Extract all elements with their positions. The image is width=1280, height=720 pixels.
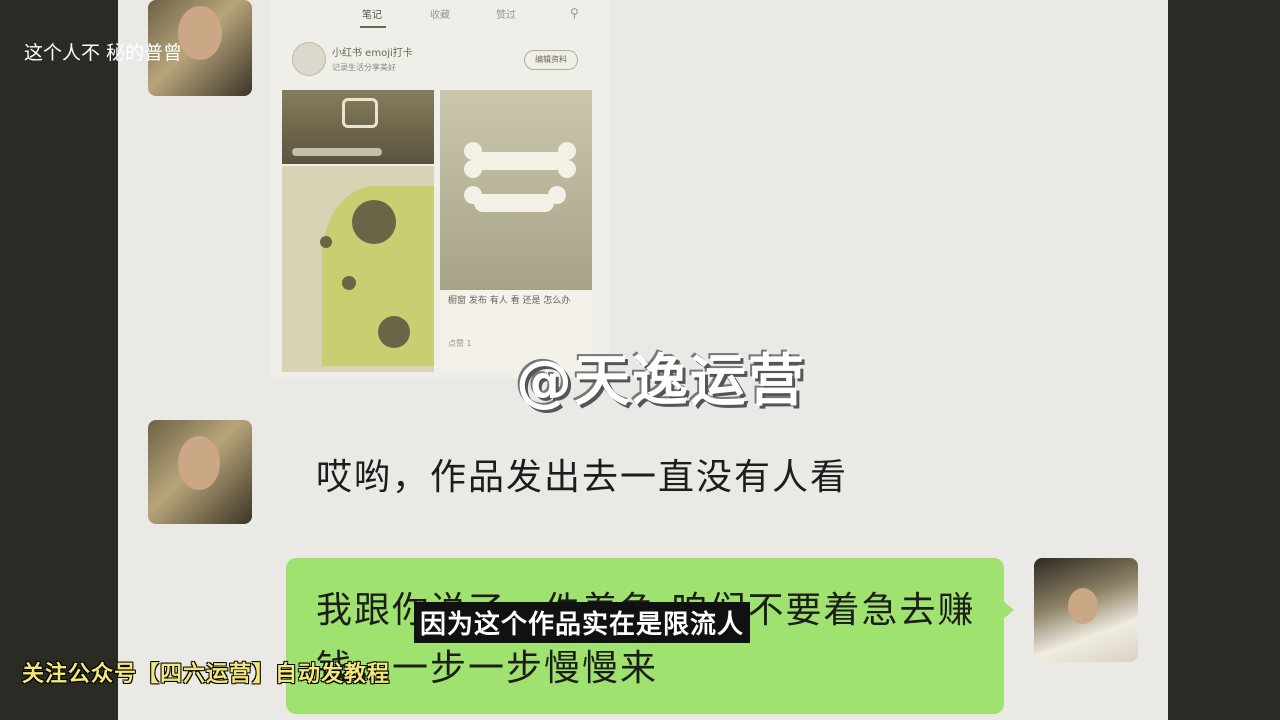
- bubble-tail: [1002, 600, 1014, 620]
- avatar-face: [178, 6, 222, 60]
- bone-end: [548, 186, 566, 204]
- bone-image: [474, 194, 554, 212]
- note-tile-2: [282, 166, 434, 372]
- subtitle-caption: 因为这个作品实在是限流人: [414, 602, 751, 643]
- bone-end: [464, 142, 482, 160]
- watermark: @天逸运营: [516, 349, 806, 414]
- note-tile-1: [282, 90, 434, 164]
- cheese-hole: [378, 316, 410, 348]
- avatar-face: [178, 436, 220, 490]
- bone-end: [464, 160, 482, 178]
- cheese-hole: [320, 236, 332, 248]
- cheese-hole: [342, 276, 356, 290]
- received-message-text: 哎哟，作品发出去一直没有人看: [316, 457, 849, 498]
- top-caption: 这个人不 秘的普曾: [24, 42, 183, 64]
- note-meta: 点赞 1: [448, 339, 472, 348]
- profile-name: 小红书 emoji打卡: [332, 48, 413, 59]
- camera-icon: [342, 98, 378, 128]
- note-caption: 橱窗 发布 有人 看 还是 怎么办: [448, 296, 571, 306]
- tab-likes[interactable]: 赞过: [496, 6, 516, 21]
- edit-profile-button: 编辑资料: [524, 50, 578, 70]
- profile-tabs: 笔记 收藏 赞过 ⚲: [270, 6, 610, 30]
- contact-avatar[interactable]: [148, 420, 252, 524]
- active-tab-indicator: [360, 26, 386, 28]
- tab-notes[interactable]: 笔记: [362, 6, 382, 21]
- avatar-face: [1068, 588, 1098, 624]
- self-avatar[interactable]: [1034, 558, 1138, 662]
- note-tile-3: [440, 90, 592, 290]
- search-icon[interactable]: ⚲: [570, 6, 579, 20]
- bone-end: [558, 142, 576, 160]
- bone-end: [464, 186, 482, 204]
- shared-screenshot-image[interactable]: 笔记 收藏 赞过 ⚲ 小红书 emoji打卡 记录生活分享美好 编辑资料 橱窗 …: [270, 0, 610, 378]
- tile-bar: [292, 148, 382, 156]
- profile-subtitle: 记录生活分享美好: [332, 63, 396, 72]
- cheese-hole: [352, 200, 396, 244]
- profile-avatar: [292, 42, 326, 76]
- bottom-caption: 关注公众号【四六运营】自动发教程: [22, 662, 391, 687]
- bone-end: [558, 160, 576, 178]
- tab-favorites[interactable]: 收藏: [430, 6, 450, 21]
- bone-image: [474, 152, 564, 170]
